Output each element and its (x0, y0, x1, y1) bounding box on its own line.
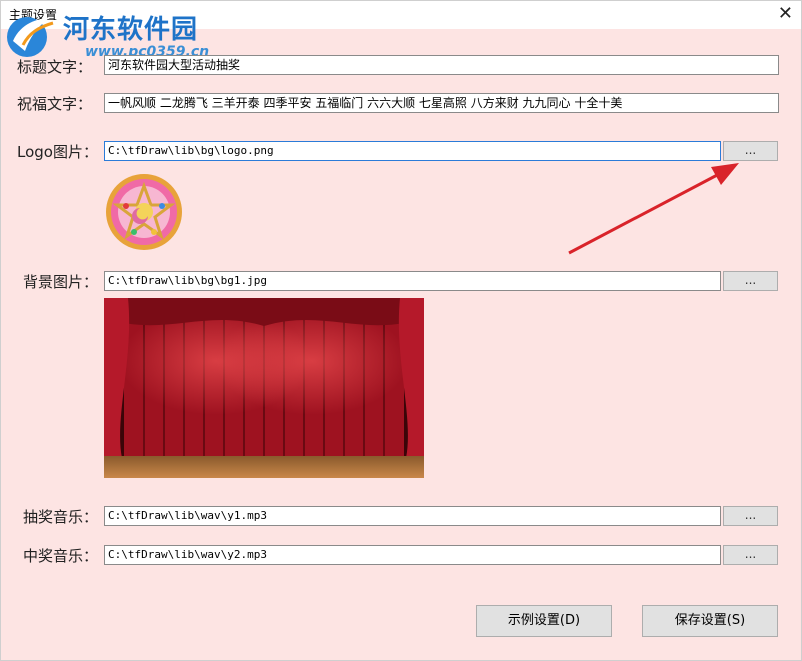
win-music-path-input[interactable]: C:\tfDraw\lib\wav\y2.mp3 (104, 545, 721, 565)
background-image-label: 背景图片： (23, 273, 99, 291)
draw-music-browse-button[interactable]: ... (723, 506, 778, 526)
save-settings-button[interactable]: 保存设置(S) (642, 605, 778, 637)
watermark-name: 河东软件园 (63, 15, 199, 45)
win-music-label: 中奖音乐： (23, 547, 99, 565)
logo-preview-image (106, 174, 182, 250)
theme-settings-window: 主题设置 ✕ 河东软件园 www.pc0359.cn 标题文字： 河东软件园大型… (0, 0, 802, 661)
logo-image-label: Logo图片： (17, 143, 98, 161)
background-browse-button[interactable]: ... (723, 271, 778, 291)
stage-preview-image (104, 298, 424, 478)
example-settings-button[interactable]: 示例设置(D) (476, 605, 612, 637)
red-arrow-annotation (568, 163, 739, 255)
blessing-text-input[interactable]: 一帆风顺 二龙腾飞 三羊开泰 四季平安 五福临门 六六大顺 七星高照 八方来财 … (104, 93, 779, 113)
win-music-browse-button[interactable]: ... (723, 545, 778, 565)
title-text-label: 标题文字： (17, 58, 93, 76)
close-icon[interactable]: ✕ (778, 3, 793, 24)
title-text-input[interactable]: 河东软件园大型活动抽奖 (104, 55, 779, 75)
background-path-input[interactable]: C:\tfDraw\lib\bg\bg1.jpg (104, 271, 721, 291)
draw-music-path-input[interactable]: C:\tfDraw\lib\wav\y1.mp3 (104, 506, 721, 526)
blessing-text-label: 祝福文字： (17, 95, 93, 113)
draw-music-label: 抽奖音乐： (23, 508, 99, 526)
watermark-logo-icon (7, 17, 54, 57)
